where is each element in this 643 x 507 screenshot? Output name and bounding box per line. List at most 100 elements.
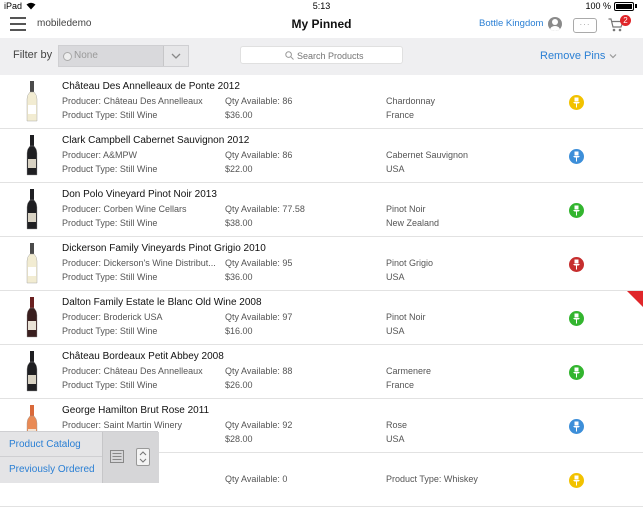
product-producer: Producer: Dickerson's Wine Distribut... <box>62 258 216 268</box>
product-name[interactable]: Clark Campbell Cabernet Sauvignon 2012 <box>62 135 249 146</box>
account-name: mobiledemo <box>37 18 92 29</box>
pin-icon[interactable] <box>569 95 584 110</box>
product-country: France <box>386 380 415 390</box>
pin-icon[interactable] <box>569 203 584 218</box>
pin-icon[interactable] <box>569 365 584 380</box>
bottle-image <box>26 351 38 392</box>
product-producer: Producer: Château Des Annelleaux <box>62 96 203 106</box>
product-qty: Qty Available: 95 <box>225 258 293 268</box>
view-controls <box>102 432 159 483</box>
product-varietal: Carmenere <box>386 366 432 376</box>
product-country: USA <box>386 326 405 336</box>
product-producer: Producer: Saint Martin Winery <box>62 420 183 430</box>
product-price: $26.00 <box>225 380 253 390</box>
product-qty: Qty Available: 88 <box>225 366 293 376</box>
top-nav-bar: mobiledemo My Pinned Bottle Kingdom ··· … <box>0 12 643 39</box>
chevron-down-icon <box>609 54 617 59</box>
pin-icon[interactable] <box>569 311 584 326</box>
product-qty: Qty Available: 0 <box>225 474 288 484</box>
filter-label: Filter by <box>13 49 53 61</box>
product-varietal: Rose <box>386 420 408 430</box>
product-row[interactable]: Dalton Family Estate le Blanc Old Wine 2… <box>0 291 643 345</box>
user-icon[interactable] <box>548 17 562 31</box>
product-price: $22.00 <box>225 164 253 174</box>
product-producer: Producer: A&MPW <box>62 150 138 160</box>
product-name[interactable]: Château Des Annelleaux de Ponte 2012 <box>62 81 240 92</box>
pin-icon[interactable] <box>569 419 584 434</box>
pin-icon[interactable] <box>569 473 584 488</box>
product-country: USA <box>386 272 405 282</box>
cart-count-badge: 2 <box>620 15 631 26</box>
product-type: Product Type: Still Wine <box>62 218 158 228</box>
bottle-image <box>26 135 38 176</box>
product-producer: Producer: Corben Wine Cellars <box>62 204 187 214</box>
page-title: My Pinned <box>291 17 352 31</box>
status-bar: iPad 5:13 100 % <box>0 0 643 12</box>
product-name[interactable]: Château Bordeaux Petit Abbey 2008 <box>62 351 224 362</box>
product-country: France <box>386 110 415 120</box>
product-varietal: Product Type: Whiskey <box>386 474 478 484</box>
product-varietal: Pinot Noir <box>386 204 426 214</box>
product-price: $36.00 <box>225 272 253 282</box>
product-name[interactable]: George Hamilton Brut Rose 2011 <box>62 405 209 416</box>
product-row[interactable]: Château Bordeaux Petit Abbey 2008 Produce… <box>0 345 643 399</box>
product-type: Product Type: Still Wine <box>62 272 158 282</box>
product-country: New Zealand <box>386 218 440 228</box>
search-box[interactable] <box>240 46 403 64</box>
product-qty: Qty Available: 92 <box>225 420 293 430</box>
product-name[interactable]: Dickerson Family Vineyards Pinot Grigio … <box>62 243 266 254</box>
filter-dropdown[interactable]: None <box>58 45 189 67</box>
product-price: $16.00 <box>225 326 253 336</box>
product-qty: Qty Available: 86 <box>225 150 293 160</box>
product-producer: Producer: Broderick USA <box>62 312 163 322</box>
battery-icon <box>614 1 634 11</box>
remove-pins-label: Remove Pins <box>540 50 606 62</box>
battery-label: 100 % <box>585 1 611 11</box>
radio-icon <box>63 52 72 61</box>
product-row[interactable]: Dickerson Family Vineyards Pinot Grigio … <box>0 237 643 291</box>
product-catalog-button[interactable]: Product Catalog <box>0 432 102 457</box>
product-producer: Producer: Château Des Annelleaux <box>62 366 203 376</box>
sort-icon[interactable] <box>136 448 150 466</box>
product-name[interactable]: Don Polo Vineyard Pinot Noir 2013 <box>62 189 217 200</box>
bottle-image <box>26 189 38 230</box>
product-type: Product Type: Still Wine <box>62 326 158 336</box>
chevron-down-icon[interactable] <box>163 46 188 66</box>
search-icon <box>285 51 294 60</box>
filter-bar: Filter by None Remove Pins <box>0 38 643 76</box>
product-type: Product Type: Still Wine <box>62 110 158 120</box>
product-name[interactable]: Dalton Family Estate le Blanc Old Wine 2… <box>62 297 262 308</box>
store-link[interactable]: Bottle Kingdom <box>479 18 543 29</box>
product-qty: Qty Available: 97 <box>225 312 293 322</box>
bottom-nav-panel: Product Catalog Previously Ordered <box>0 431 159 483</box>
bottle-image <box>26 81 38 122</box>
hamburger-menu-icon[interactable] <box>10 17 26 31</box>
previously-ordered-button[interactable]: Previously Ordered <box>0 457 102 482</box>
product-price: $36.00 <box>225 110 253 120</box>
bottle-image <box>26 243 38 284</box>
product-varietal: Pinot Grigio <box>386 258 434 268</box>
product-qty: Qty Available: 77.58 <box>225 204 305 214</box>
bottle-image <box>26 297 38 338</box>
product-row[interactable]: Don Polo Vineyard Pinot Noir 2013 Produce… <box>0 183 643 237</box>
chat-icon[interactable]: ··· <box>573 18 597 33</box>
pin-icon[interactable] <box>569 149 584 164</box>
product-price: $28.00 <box>225 434 253 444</box>
product-varietal: Cabernet Sauvignon <box>386 150 469 160</box>
product-row[interactable]: Château Des Annelleaux de Ponte 2012 Prod… <box>0 75 643 129</box>
list-view-icon[interactable] <box>110 450 124 463</box>
product-type: Product Type: Still Wine <box>62 164 158 174</box>
product-varietal: Chardonnay <box>386 96 436 106</box>
pin-icon[interactable] <box>569 257 584 272</box>
product-country: USA <box>386 434 405 444</box>
product-country: USA <box>386 164 405 174</box>
filter-value: None <box>74 50 98 61</box>
search-input[interactable] <box>295 48 399 64</box>
product-row[interactable]: Clark Campbell Cabernet Sauvignon 2012 Pr… <box>0 129 643 183</box>
product-type: Product Type: Still Wine <box>62 380 158 390</box>
remove-pins-button[interactable]: Remove Pins <box>540 50 617 62</box>
status-time: 5:13 <box>312 1 331 11</box>
product-qty: Qty Available: 86 <box>225 96 293 106</box>
product-varietal: Pinot Noir <box>386 312 426 322</box>
product-price: $38.00 <box>225 218 253 228</box>
